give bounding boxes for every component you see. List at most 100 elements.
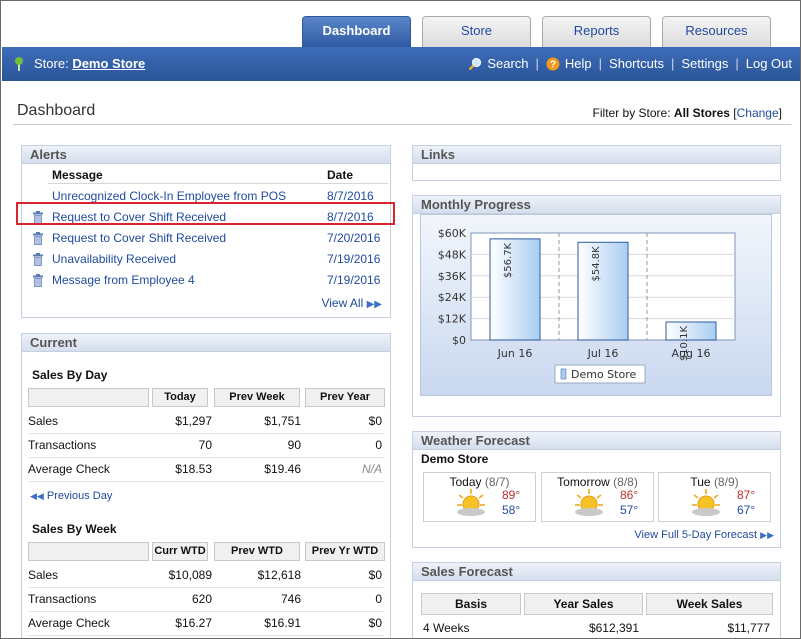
alert-message-link[interactable]: Unavailability Received	[52, 252, 176, 266]
trash-icon[interactable]	[32, 253, 44, 266]
help-label: Help	[564, 56, 592, 71]
alert-message-link[interactable]: Request to Cover Shift Received	[52, 231, 226, 245]
weather-panel: Weather Forecast Demo Store View Full 5-…	[412, 431, 781, 548]
forecast-year-sales: $612,391	[588, 621, 639, 635]
store-prefix: Store:	[34, 56, 69, 71]
forecast-header: Basis	[421, 593, 521, 615]
alert-row: Message from Employee 4 7/19/2016	[22, 271, 390, 291]
weather-high-temp: 89°	[502, 488, 521, 502]
shortcuts-link[interactable]: Shortcuts	[609, 56, 664, 71]
row-divider	[28, 457, 384, 458]
store-name-link[interactable]: Demo Store	[72, 56, 145, 71]
row-divider	[28, 611, 384, 612]
alert-highlight-box	[16, 202, 395, 225]
row-label: Transactions	[28, 438, 97, 452]
store-pin-icon	[15, 57, 23, 71]
search-link[interactable]: Search	[468, 56, 529, 71]
partly-sunny-icon	[457, 489, 485, 516]
weather-high-temp: 87°	[737, 488, 756, 502]
table-cell: $0	[368, 568, 382, 582]
alert-message-link[interactable]: Message from Employee 4	[52, 273, 195, 287]
tab-store[interactable]: Store	[422, 16, 531, 47]
table-cell: $19.46	[264, 462, 301, 476]
table-cell: 0	[375, 592, 382, 606]
forecast-basis: 4 Weeks	[423, 621, 470, 635]
logout-link[interactable]: Log Out	[746, 56, 792, 71]
tab-bar: Dashboard Store Reports Resources	[1, 1, 800, 47]
page-title: Dashboard	[17, 102, 96, 119]
table-cell: 70	[198, 438, 212, 452]
row-label: Average Check	[28, 462, 110, 476]
help-link[interactable]: ? Help	[546, 56, 592, 71]
row-divider	[28, 587, 384, 588]
bar[interactable]	[577, 241, 629, 341]
partly-sunny-icon	[692, 489, 720, 516]
weather-title: Weather Forecast	[413, 432, 780, 450]
double-chevron-right-icon: ▶▶	[760, 530, 774, 540]
row-divider	[28, 481, 384, 482]
links-title: Links	[413, 146, 780, 164]
view-all-link[interactable]: View All ▶▶	[321, 296, 382, 310]
table-header: Prev Year	[305, 388, 385, 407]
table-cell: 746	[280, 592, 301, 606]
alert-message-link[interactable]: Unrecognized Clock-In Employee from POS	[52, 189, 286, 203]
current-panel: Current Sales By Day Today Prev Week Prev …	[21, 333, 391, 638]
table-cell: $12,618	[257, 568, 301, 582]
tab-resources[interactable]: Resources	[662, 16, 771, 47]
nav-bar: Store: Demo Store Search | ? Help | Shor…	[2, 47, 800, 81]
monthly-progress-chart: $0 $12K $24K $36K $48K $60K $56.7K Jun 16 $54.8K…	[438, 227, 736, 384]
alerts-header-line	[48, 183, 388, 184]
filter-change-link[interactable]: Change	[737, 106, 779, 120]
tab-dashboard[interactable]: Dashboard	[302, 16, 411, 47]
previous-day-link[interactable]: ◀◀ Previous Day	[30, 490, 112, 502]
nav-separator: |	[598, 56, 603, 71]
nav-separator: |	[535, 56, 539, 71]
tab-reports[interactable]: Reports	[542, 16, 651, 47]
monthly-progress-title: Monthly Progress	[413, 196, 780, 214]
app-frame: Dashboard Store Reports Resources Store:…	[0, 0, 801, 639]
sales-by-day-title: Sales By Day	[32, 368, 108, 382]
help-icon: ?	[546, 57, 560, 70]
filter-bracket: ]	[778, 106, 782, 120]
row-label: Average Check	[28, 616, 110, 630]
table-cell: $0	[368, 414, 382, 428]
legend-swatch	[560, 368, 567, 380]
store-filter: Filter by Store: All Stores [Change]	[593, 106, 782, 120]
weather-high-temp: 86°	[620, 488, 639, 502]
table-cell: $1,297	[175, 414, 212, 428]
monthly-progress-panel: Monthly Progress $0 $12K $24K $36K $48K $60K $…	[412, 195, 781, 417]
title-divider	[13, 124, 791, 125]
alerts-col-message: Message	[52, 168, 103, 182]
search-label: Search	[487, 56, 529, 71]
y-tick-label: $12K	[438, 313, 467, 326]
table-cell: 620	[191, 592, 212, 606]
table-cell: $16.91	[264, 616, 301, 630]
trash-icon[interactable]	[32, 232, 44, 245]
settings-link[interactable]: Settings	[681, 56, 728, 71]
x-tick-label: Jul 16	[587, 347, 619, 360]
bar[interactable]	[665, 321, 717, 341]
legend-label: Demo Store	[571, 368, 636, 381]
table-header-blank	[28, 542, 149, 561]
view-forecast-label: View Full 5-Day Forecast	[634, 529, 758, 541]
row-divider	[28, 635, 384, 636]
weather-day-date: (8/7)	[484, 475, 510, 489]
table-cell: $18.53	[175, 462, 212, 476]
nav-separator: |	[670, 56, 675, 71]
y-tick-label: $60K	[438, 227, 467, 240]
table-cell: $10,089	[168, 568, 212, 582]
alerts-title: Alerts	[22, 146, 390, 164]
bar-data-label: $54.8K	[591, 246, 602, 282]
view-forecast-link[interactable]: View Full 5-Day Forecast ▶▶	[634, 529, 774, 541]
alert-date: 7/19/2016	[327, 252, 381, 266]
y-tick-label: $24K	[438, 291, 467, 304]
bar[interactable]	[489, 238, 541, 341]
sales-forecast-title: Sales Forecast	[413, 563, 780, 581]
trash-icon[interactable]	[32, 274, 44, 287]
search-icon	[469, 57, 482, 70]
sales-forecast-panel: Sales Forecast Basis Year Sales Week Sales…	[412, 562, 781, 638]
alerts-col-date: Date	[327, 168, 354, 182]
weather-low-temp: 57°	[620, 503, 639, 517]
row-label: Sales	[28, 414, 59, 428]
row-label: Transactions	[28, 592, 97, 606]
